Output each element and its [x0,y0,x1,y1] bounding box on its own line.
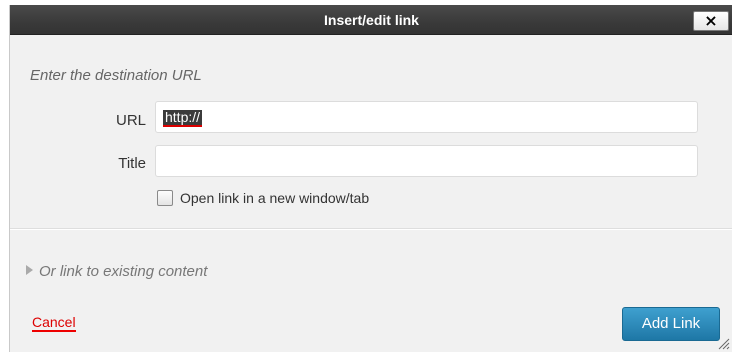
url-input-value: http:// [163,109,203,127]
url-prompt-text: Enter the destination URL [30,67,202,84]
url-input[interactable]: http:// [155,101,698,133]
title-input[interactable] [155,145,698,177]
triangle-right-icon [26,265,33,275]
existing-content-toggle[interactable]: Or link to existing content [26,263,207,283]
title-label: Title [118,155,146,172]
insert-link-dialog: Insert/edit link × Enter the destination… [9,5,732,352]
url-label: URL [115,112,146,129]
page-background [0,0,9,352]
add-link-button[interactable]: Add Link [622,307,720,341]
dialog-title: Insert/edit link [324,12,419,28]
close-button[interactable]: × [693,11,729,31]
dialog-titlebar[interactable]: Insert/edit link × [10,5,732,35]
section-divider [10,228,732,229]
existing-content-label: Or link to existing content [39,263,208,280]
close-icon: × [704,11,718,30]
cancel-link[interactable]: Cancel [32,315,76,332]
resize-grip-icon[interactable] [716,336,730,350]
new-window-checkbox[interactable] [157,190,173,206]
new-window-label[interactable]: Open link in a new window/tab [180,190,369,206]
